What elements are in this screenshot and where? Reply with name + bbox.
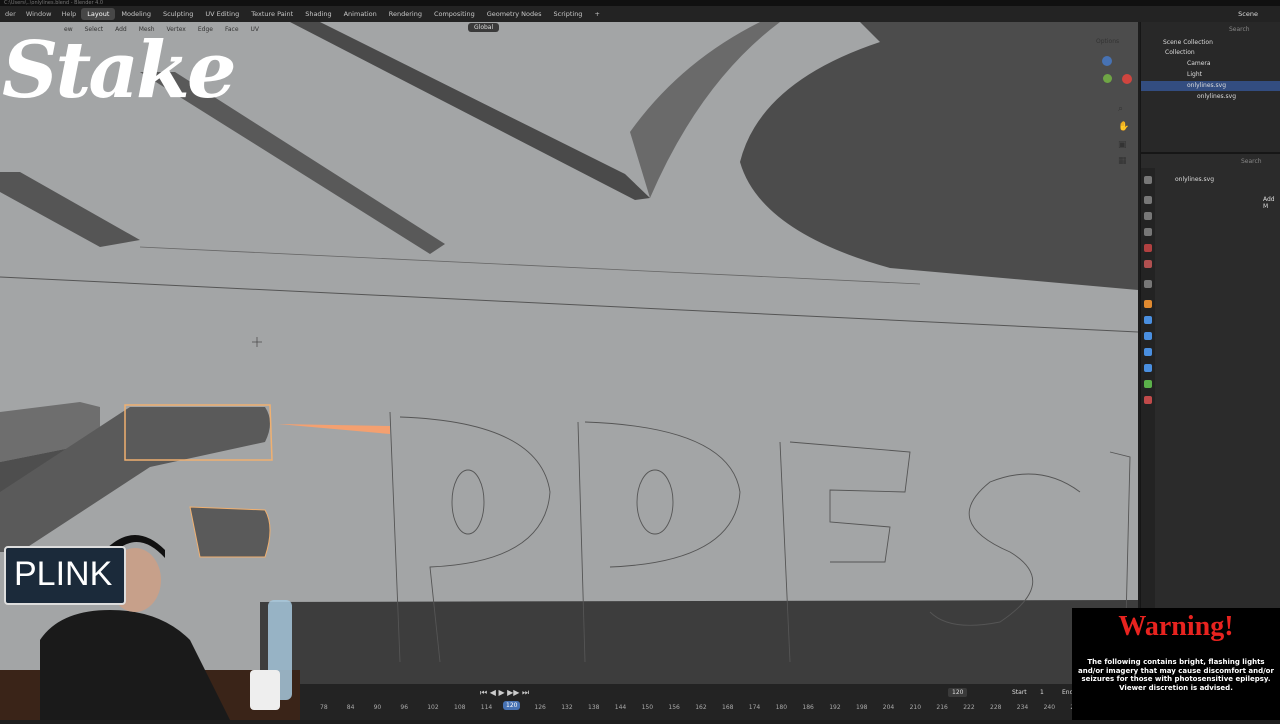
timeline-tick: 138 bbox=[588, 704, 600, 711]
timeline-tick: 234 bbox=[1016, 704, 1029, 711]
warning-text: The following contains bright, flashing … bbox=[1078, 658, 1274, 692]
outliner-search[interactable]: Search bbox=[1229, 26, 1250, 33]
timeline-tick: 102 bbox=[427, 704, 439, 711]
material-tab-icon[interactable] bbox=[1144, 396, 1152, 404]
timeline-tick: 222 bbox=[963, 704, 975, 711]
pan-hand-icon[interactable]: ✋ bbox=[1118, 122, 1129, 132]
timeline-tick: 96 bbox=[400, 704, 409, 711]
outliner-collection[interactable]: Collection bbox=[1141, 48, 1280, 58]
tab-compositing[interactable]: Compositing bbox=[428, 8, 481, 20]
collection-tab-icon[interactable] bbox=[1144, 280, 1152, 288]
timeline-tick: 210 bbox=[909, 704, 922, 711]
timeline-tick: 84 bbox=[346, 704, 355, 711]
warning-title: Warning! bbox=[1118, 611, 1234, 642]
tab-rendering[interactable]: Rendering bbox=[383, 8, 428, 20]
top-menubar: der Window Help Layout Modeling Sculptin… bbox=[0, 6, 1280, 22]
constraints-tab-icon[interactable] bbox=[1144, 364, 1152, 372]
tab-geometry-nodes[interactable]: Geometry Nodes bbox=[481, 8, 548, 20]
world-tab-icon[interactable] bbox=[1144, 260, 1152, 268]
bottom-surface bbox=[260, 600, 1138, 684]
timeline-tick: 180 bbox=[775, 704, 788, 711]
grid-icon[interactable]: ▦ bbox=[1118, 156, 1127, 166]
outliner-item-light[interactable]: Light bbox=[1141, 70, 1280, 80]
menu-render[interactable]: der bbox=[0, 10, 21, 18]
add-modifier-button[interactable]: Add M bbox=[1263, 196, 1280, 210]
timeline-tick: 168 bbox=[722, 704, 734, 711]
camera-view-icon[interactable]: ▣ bbox=[1118, 140, 1127, 150]
timeline-tick: 132 bbox=[561, 704, 573, 711]
timeline-tick: 126 bbox=[534, 704, 546, 711]
timeline-tick: 150 bbox=[641, 704, 654, 711]
timeline-panel[interactable]: ⏮ ◀ ▶ ▶▶ ⏭ 120 Start 1 End 78 84 90 96 102 10… bbox=[300, 684, 1078, 720]
timeline-tick: 174 bbox=[748, 704, 761, 711]
menu-help[interactable]: Help bbox=[56, 10, 81, 18]
3d-cursor bbox=[252, 337, 262, 347]
timeline-tick: 90 bbox=[373, 704, 382, 711]
scene-selector[interactable]: Scene bbox=[1238, 10, 1258, 18]
menu-uv[interactable]: UV bbox=[245, 26, 266, 33]
selected-edge bbox=[278, 424, 390, 434]
timeline-tick: 186 bbox=[802, 704, 814, 711]
nav-gizmo: ⌕ ✋ ▣ ▦ bbox=[1118, 104, 1130, 174]
data-tab-icon[interactable] bbox=[1144, 380, 1152, 388]
timeline-tick: 192 bbox=[829, 704, 841, 711]
object-name-field[interactable]: onlylines.svg bbox=[1175, 176, 1214, 183]
start-frame-field[interactable]: 1 bbox=[1040, 689, 1044, 696]
options-dropdown[interactable]: Options bbox=[1096, 38, 1119, 45]
particles-tab-icon[interactable] bbox=[1144, 332, 1152, 340]
axis-x-icon[interactable] bbox=[1122, 74, 1132, 84]
dark-surface bbox=[740, 22, 1138, 290]
playhead-frame-badge[interactable]: 120 bbox=[503, 701, 521, 710]
outliner-panel: Search Scene Collection Collection Camer… bbox=[1140, 22, 1280, 152]
tab-scripting[interactable]: Scripting bbox=[548, 8, 589, 20]
stake-logo: Stake bbox=[2, 25, 237, 116]
zoom-icon[interactable]: ⌕ bbox=[1118, 104, 1123, 114]
start-label: Start bbox=[1012, 689, 1027, 696]
diagonal-strip-3 bbox=[0, 172, 140, 247]
output-tab-icon[interactable] bbox=[1144, 212, 1152, 220]
timeline-tick: 156 bbox=[668, 704, 680, 711]
timeline-tick: 114 bbox=[480, 704, 493, 711]
axis-y-icon[interactable] bbox=[1103, 74, 1112, 83]
scene-tab-icon[interactable] bbox=[1144, 244, 1152, 252]
axis-z-icon[interactable] bbox=[1102, 56, 1112, 66]
object-tab-icon[interactable] bbox=[1144, 300, 1152, 308]
outliner-item-camera[interactable]: Camera bbox=[1141, 59, 1280, 69]
physics-tab-icon[interactable] bbox=[1144, 348, 1152, 356]
modifier-wrench-icon[interactable] bbox=[1144, 316, 1152, 324]
render-tab-icon[interactable] bbox=[1144, 196, 1152, 204]
timeline-tick: 198 bbox=[856, 704, 868, 711]
tab-animation[interactable]: Animation bbox=[338, 8, 383, 20]
outliner-item-mesh[interactable]: onlylines.svg bbox=[1141, 92, 1280, 102]
outliner-item-onlylines[interactable]: onlylines.svg bbox=[1141, 81, 1280, 91]
plinko-banner: PLINK bbox=[4, 546, 126, 605]
tab-uv-editing[interactable]: UV Editing bbox=[199, 8, 245, 20]
timeline-tick: 228 bbox=[990, 704, 1002, 711]
photosensitivity-warning: Warning! The following contains bright, … bbox=[1072, 608, 1280, 720]
transform-orientation-dropdown[interactable]: Global bbox=[468, 23, 500, 32]
properties-tabs bbox=[1141, 168, 1155, 608]
tool-tab-icon[interactable] bbox=[1144, 176, 1152, 184]
timeline-tick: 108 bbox=[454, 704, 466, 711]
timeline-tick: 144 bbox=[614, 704, 627, 711]
tab-layout[interactable]: Layout bbox=[81, 8, 116, 20]
add-workspace-button[interactable]: + bbox=[588, 8, 605, 20]
timeline-tick: 78 bbox=[320, 704, 328, 711]
diagonal-strip-1 bbox=[290, 22, 650, 200]
timeline-tick: 240 bbox=[1043, 704, 1056, 711]
current-frame-field[interactable]: 120 bbox=[948, 688, 968, 697]
properties-search[interactable]: Search bbox=[1241, 158, 1262, 165]
tab-modeling[interactable]: Modeling bbox=[115, 8, 157, 20]
view-layer-tab-icon[interactable] bbox=[1144, 228, 1152, 236]
menu-window[interactable]: Window bbox=[21, 10, 57, 18]
tab-shading[interactable]: Shading bbox=[299, 8, 337, 20]
tab-texture-paint[interactable]: Texture Paint bbox=[245, 8, 299, 20]
outliner-scene-collection[interactable]: Scene Collection bbox=[1141, 38, 1280, 48]
timeline-tick: 216 bbox=[936, 704, 948, 711]
tab-sculpting[interactable]: Sculpting bbox=[157, 8, 199, 20]
playback-controls[interactable]: ⏮ ◀ ▶ ▶▶ ⏭ bbox=[480, 688, 529, 698]
properties-panel: Search onlylines.svg Add M bbox=[1140, 152, 1280, 610]
timeline-tick: 162 bbox=[695, 704, 707, 711]
timeline-tick: 204 bbox=[882, 704, 895, 711]
